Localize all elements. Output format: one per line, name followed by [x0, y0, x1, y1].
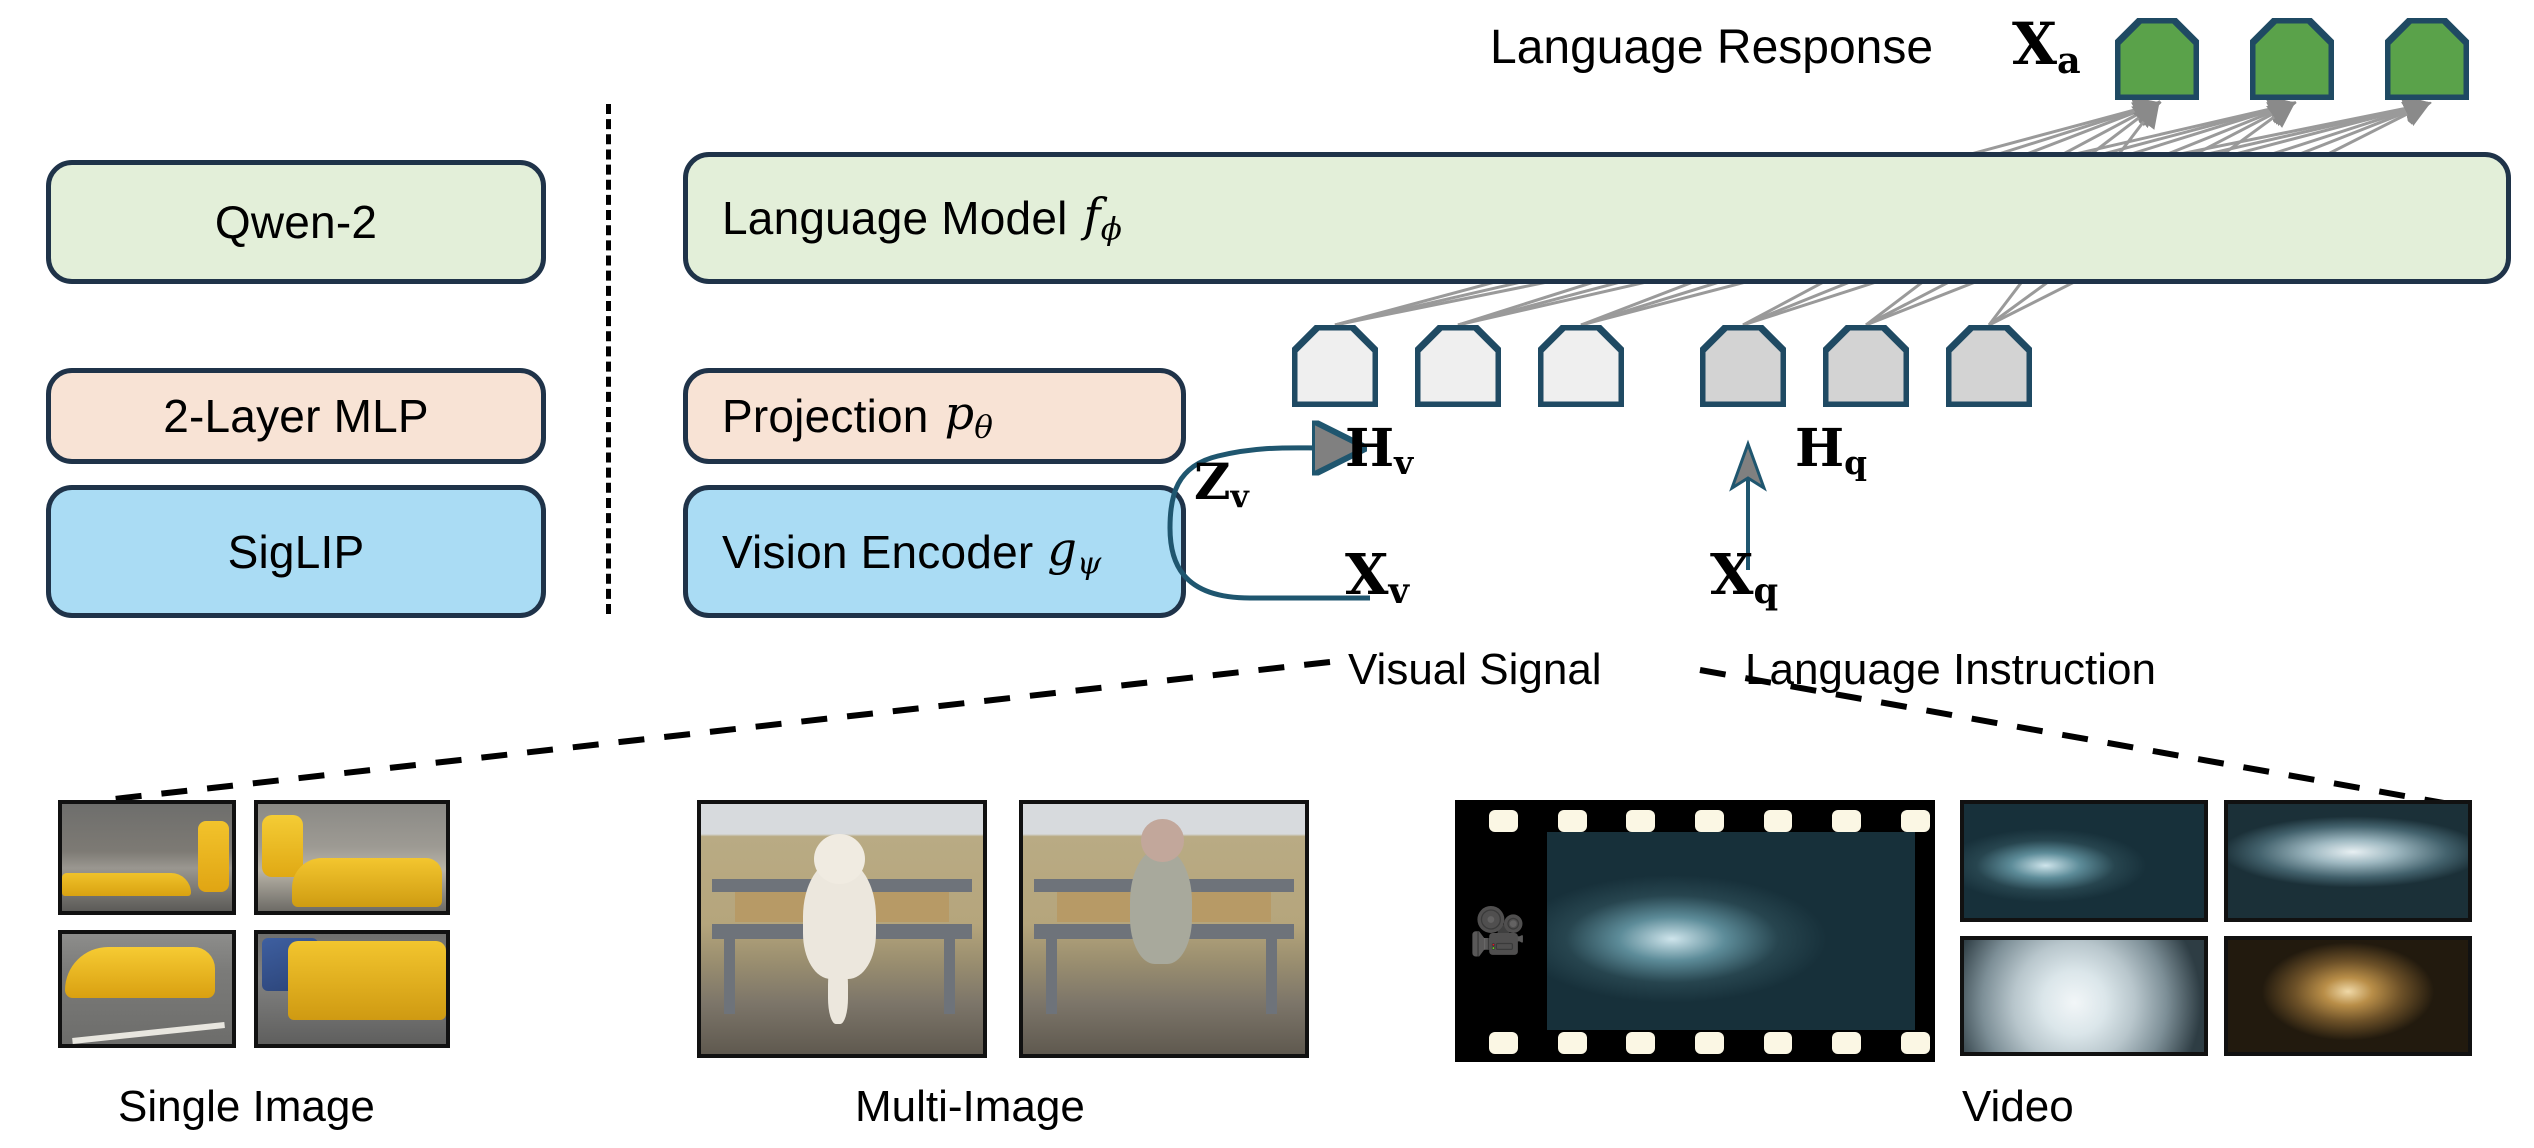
visual-token-2	[1415, 325, 1501, 407]
film-perforation	[1900, 810, 1930, 832]
label-x-q: Xq	[1710, 542, 1779, 612]
right-box-vision-encoder-label: Vision Encoder	[722, 525, 1034, 578]
language-model-subscript: ϕ	[1100, 211, 1123, 248]
answer-token-3	[2385, 18, 2469, 100]
thumb-multi-2	[1019, 800, 1309, 1058]
answer-token-1	[2115, 18, 2199, 100]
left-box-mlp-label: 2-Layer MLP	[163, 390, 429, 442]
label-h-v: Hv	[1345, 418, 1414, 483]
right-box-language-model-label: Language Model	[722, 192, 1068, 244]
query-token-2	[1823, 325, 1909, 407]
dashed-line-to-video	[1699, 667, 2456, 808]
projection-symbol: p	[944, 386, 975, 441]
left-box-siglip-label: SigLIP	[227, 525, 365, 578]
film-perforation	[1557, 1032, 1587, 1054]
thumb-video-1	[1960, 800, 2208, 922]
thumb-multi-1	[697, 800, 987, 1058]
panel-video-filmstrip: 🎥	[1455, 800, 1935, 1062]
right-box-projection-label: Projection	[722, 390, 929, 442]
film-perforation	[1900, 1032, 1930, 1054]
label-x-a: Xa	[2012, 10, 2081, 83]
projection-subscript: θ	[974, 409, 994, 446]
dashed-line-to-single-image	[104, 659, 1331, 803]
thumb-single-4	[254, 930, 450, 1048]
left-box-qwen2: Qwen-2	[46, 160, 546, 284]
thumb-single-3	[58, 930, 236, 1048]
left-box-mlp: 2-Layer MLP	[46, 368, 546, 464]
label-h-q: Hq	[1795, 418, 1868, 483]
film-perforation	[1626, 810, 1656, 832]
caption-multi-image: Multi-Image	[855, 1082, 1085, 1131]
query-token-3	[1946, 325, 2032, 407]
label-x-v: Xv	[1345, 542, 1409, 612]
film-perforation	[1489, 1032, 1519, 1054]
language-response-label: Language Response	[1490, 21, 1934, 74]
vision-encoder-subscript: ψ	[1077, 545, 1102, 582]
film-perforation	[1695, 1032, 1724, 1054]
right-box-projection: Projection pθ	[683, 368, 1186, 464]
caption-single-image: Single Image	[118, 1082, 375, 1131]
section-divider	[606, 104, 611, 614]
panel-single-image	[58, 800, 450, 1060]
film-perforation	[1763, 1032, 1793, 1054]
film-perforation	[1832, 1032, 1861, 1054]
panel-video-frames	[1960, 800, 2480, 1058]
vision-encoder-symbol: g	[1047, 521, 1078, 576]
right-box-language-model: Language Model fϕ	[683, 152, 2511, 284]
query-token-1	[1700, 325, 1786, 407]
language-model-symbol: f	[1083, 188, 1101, 243]
visual-token-3	[1538, 325, 1624, 407]
film-perforation	[1557, 810, 1587, 832]
film-perforation	[1832, 810, 1861, 832]
visual-token-1	[1292, 325, 1378, 407]
thumb-single-1	[58, 800, 236, 915]
left-box-qwen2-label: Qwen-2	[214, 196, 378, 248]
movie-camera-icon: 🎥	[1469, 905, 1527, 957]
thumb-single-2	[254, 800, 450, 915]
left-box-siglip: SigLIP	[46, 485, 546, 618]
thumb-video-3	[1960, 936, 2208, 1056]
film-perforation	[1763, 810, 1793, 832]
video-frame-main	[1547, 832, 1915, 1030]
panel-multi-image	[697, 800, 1317, 1058]
visual-feature-curve	[1167, 370, 1370, 601]
right-box-vision-encoder: Vision Encoder gψ	[683, 485, 1186, 618]
figure-canvas: Qwen-2 2-Layer MLP SigLIP Language Model…	[0, 0, 2534, 1148]
film-perforation	[1489, 810, 1519, 832]
film-perforation	[1626, 1032, 1656, 1054]
answer-token-2	[2250, 18, 2334, 100]
thumb-video-4	[2224, 936, 2472, 1056]
caption-video: Video	[1962, 1082, 2074, 1131]
label-z-v: Zv	[1194, 452, 1249, 515]
film-perforation	[1695, 810, 1724, 832]
thumb-video-2	[2224, 800, 2472, 922]
